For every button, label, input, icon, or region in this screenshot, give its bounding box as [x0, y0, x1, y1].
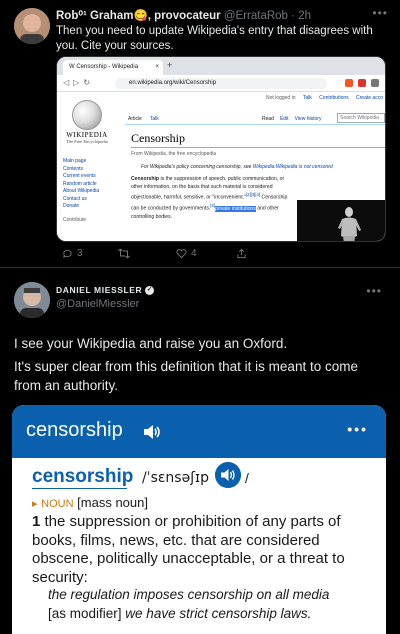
tweet-text: I see your Wikipedia and raise you an Ox…: [14, 336, 288, 351]
share-icon: [237, 248, 246, 259]
back-icon[interactable]: ◁: [63, 78, 73, 87]
sidebar-link[interactable]: Contents: [63, 166, 117, 174]
pronunciation: /ˈsɛnsəʃɪp: [142, 470, 209, 486]
article-title: Censorship: [131, 131, 185, 145]
timestamp[interactable]: 2h: [298, 10, 311, 22]
reply-button[interactable]: 3: [62, 248, 83, 259]
dictionary-header: censorship •••: [12, 405, 386, 458]
menu-icon[interactable]: [371, 79, 379, 87]
wikipedia-page: Not logged in Talk Contributions Create …: [57, 92, 385, 241]
more-options-icon[interactable]: •••: [347, 421, 368, 437]
tweet-header: Rob⁰¹ Graham😋, provocateur @ErrataRob · …: [56, 10, 311, 22]
heart-icon: [176, 249, 187, 259]
logo-subtitle: The Free Encyclopedia: [66, 139, 108, 144]
sidebar-link[interactable]: Donate: [63, 203, 117, 211]
user-link[interactable]: Create acco: [356, 95, 383, 101]
dictionary-entry: censorship /ˈsɛnsəʃɪp / ▸ NOUN [mass nou…: [12, 458, 386, 634]
sidebar-link[interactable]: Main page: [63, 158, 117, 166]
pos-label: NOUN: [41, 498, 74, 510]
author-name[interactable]: Rob⁰¹ Graham: [56, 10, 133, 22]
browser-toolbar: ◁▷↻ en.wikipedia.org/wiki/Censorship: [57, 75, 385, 92]
browser-tabstrip: W Censorship - Wikipedia × +: [57, 57, 385, 75]
highlighted-text[interactable]: private institutions: [215, 206, 256, 213]
forward-icon[interactable]: ▷: [73, 78, 83, 87]
example-sentence: the regulation imposes censorship on all…: [48, 587, 330, 602]
tab-read[interactable]: Read: [262, 116, 274, 122]
wiki-search-input[interactable]: Search Wikipedia: [337, 113, 385, 123]
logo-title: WIKIPEDIA: [66, 131, 108, 139]
like-button[interactable]: 4: [176, 248, 197, 259]
avatar[interactable]: [14, 282, 50, 318]
share-button[interactable]: [236, 248, 247, 259]
more-options-icon[interactable]: •••: [366, 284, 382, 298]
tab-edit[interactable]: Edit: [280, 116, 289, 122]
reply-count: 3: [77, 248, 83, 259]
definition: 1 the suppression or prohibition of any …: [32, 513, 345, 586]
oxford-dictionary-card[interactable]: censorship ••• censorship /ˈsɛnsəʃɪp / ▸…: [12, 405, 386, 634]
wikipedia-favicon-icon: W: [69, 64, 75, 70]
sidebar-heading: Contribute: [63, 216, 87, 223]
part-of-speech: ▸ NOUN [mass noun]: [32, 495, 148, 510]
retweet-icon: [118, 248, 130, 259]
sidebar-link[interactable]: Random article: [63, 181, 117, 189]
verified-badge-icon: ✓: [145, 285, 155, 295]
avatar[interactable]: [14, 8, 50, 44]
quoted-tweet[interactable]: Rob⁰¹ Graham😋, provocateur @ErrataRob · …: [0, 0, 400, 268]
tab-article[interactable]: Article: [128, 116, 142, 122]
new-tab-icon[interactable]: +: [167, 60, 172, 70]
author-handle[interactable]: @ErrataRob: [224, 10, 288, 22]
hatnote: For Wikipedia's policy concerning censor…: [141, 164, 333, 170]
reply-icon: [63, 249, 72, 259]
example-sentence: [as modifier] we have strict censorship …: [48, 606, 312, 621]
extension-icons: [345, 79, 379, 87]
nav-icons: ◁▷↻: [63, 78, 94, 87]
author-handle[interactable]: @DanielMiessler: [56, 298, 139, 310]
statue-image[interactable]: [297, 200, 385, 241]
sidebar-link[interactable]: Current events: [63, 173, 117, 181]
hatnote-link[interactable]: Wikipedia:Wikipedia is not censored: [253, 164, 333, 170]
tab-view-history[interactable]: View history: [295, 116, 322, 122]
more-options-icon[interactable]: •••: [372, 6, 388, 20]
tweet-actions: 3 4: [56, 248, 386, 262]
header-word: censorship: [26, 419, 123, 441]
article-body: Censorship is the suppression of speech,…: [131, 176, 288, 220]
retweet-button[interactable]: [118, 248, 134, 259]
tweet-text: It's super clear from this definition th…: [14, 359, 358, 393]
tweet-text: Then you need to update Wikipedia's entr…: [56, 25, 373, 52]
citation-link[interactable]: [2][3][4]: [246, 192, 260, 197]
user-link[interactable]: Contributions: [319, 95, 348, 101]
reload-icon[interactable]: ↻: [83, 78, 94, 87]
sidebar-link[interactable]: About Wikipedia: [63, 188, 117, 196]
globe-icon: [72, 100, 102, 130]
pronunciation-slash: /: [245, 470, 249, 486]
user-link: Not logged in: [266, 95, 296, 101]
tab-title: Censorship - Wikipedia: [76, 64, 139, 70]
user-link[interactable]: Talk: [303, 95, 312, 101]
speaker-icon[interactable]: [142, 422, 162, 442]
sidebar-link[interactable]: Contact us: [63, 196, 117, 204]
pos-marker: ▸: [32, 498, 38, 510]
extension-icon[interactable]: [358, 79, 366, 87]
wikipedia-logo[interactable]: WIKIPEDIA The Free Encyclopedia: [63, 100, 111, 144]
browser-tab[interactable]: W Censorship - Wikipedia ×: [63, 60, 163, 75]
tab-talk[interactable]: Talk: [150, 116, 159, 122]
close-icon[interactable]: ×: [155, 60, 159, 75]
pronunciation-speaker-icon[interactable]: [215, 462, 241, 488]
emoji: 😋: [133, 10, 148, 22]
like-count: 4: [191, 248, 197, 259]
user-links: Not logged in Talk Contributions Create …: [260, 95, 383, 101]
grammar-note: [mass noun]: [77, 495, 148, 510]
author-name-suffix[interactable]: , provocateur: [148, 10, 221, 22]
sense-number: 1: [32, 513, 41, 530]
headword: censorship: [32, 466, 134, 487]
attached-screenshot[interactable]: W Censorship - Wikipedia × + ◁▷↻ en.wiki…: [56, 56, 386, 242]
wiki-tabs: Article Talk Read Edit View history Search …: [125, 113, 385, 125]
author-name[interactable]: DANIEL MIESSLER ✓: [56, 285, 155, 295]
article-tagline: From Wikipedia, the free encyclopedia: [131, 151, 217, 157]
address-bar[interactable]: en.wikipedia.org/wiki/Censorship: [115, 78, 327, 89]
brave-shield-icon[interactable]: [345, 79, 353, 87]
wiki-sidebar: Main page Contents Current events Random…: [63, 158, 117, 224]
